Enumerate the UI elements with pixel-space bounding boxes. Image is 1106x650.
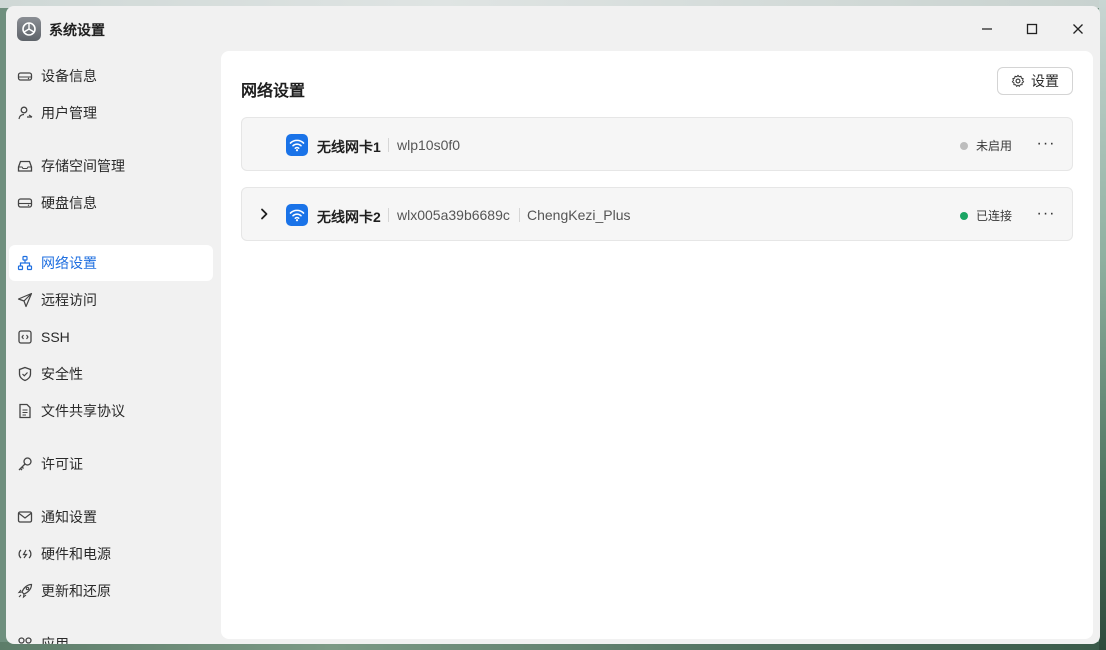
wifi-icon bbox=[286, 204, 308, 226]
interface-name: wlp10s0f0 bbox=[397, 137, 461, 153]
key-icon bbox=[17, 456, 33, 472]
page-title: 网络设置 bbox=[241, 83, 306, 100]
settings-window: 系统设置 设备信息 用户管理 存储空间管理 硬盘信息 网络设置 远程访问 SSH… bbox=[6, 6, 1100, 644]
status-dot bbox=[960, 211, 968, 220]
sidebar-item-users[interactable]: 用户管理 bbox=[9, 95, 213, 131]
status-dot bbox=[960, 141, 968, 150]
sidebar-item-label: 远程访问 bbox=[41, 292, 97, 308]
disk-icon bbox=[17, 195, 33, 211]
more-options-button[interactable]: ··· bbox=[1034, 132, 1058, 156]
sidebar-item-network[interactable]: 网络设置 bbox=[9, 245, 213, 281]
gear-icon bbox=[1011, 74, 1025, 87]
app-icon bbox=[17, 17, 41, 41]
power-icon bbox=[17, 546, 33, 562]
sidebar-item-notifications[interactable]: 通知设置 bbox=[9, 499, 213, 535]
interface-name: wlx005a39b6689c bbox=[397, 207, 510, 223]
settings-button[interactable]: 设置 bbox=[997, 67, 1073, 95]
network-card-wlan1[interactable]: 无线网卡1 wlp10s0f0 未启用 ··· bbox=[241, 117, 1073, 171]
status-text: 已连接 bbox=[976, 209, 1013, 223]
device-icon bbox=[17, 68, 33, 84]
desktop-wallpaper-right bbox=[1099, 0, 1106, 650]
sidebar-item-label: 更新和还原 bbox=[41, 583, 111, 599]
status-text: 未启用 bbox=[976, 139, 1013, 153]
window-title: 系统设置 bbox=[49, 22, 105, 38]
sidebar-item-ssh[interactable]: SSH bbox=[9, 319, 213, 355]
sidebar-item-license[interactable]: 许可证 bbox=[9, 446, 213, 482]
more-options-button[interactable]: ··· bbox=[1034, 202, 1058, 226]
sidebar-item-update-restore[interactable]: 更新和还原 bbox=[9, 573, 213, 609]
main-panel: 网络设置 设置 无线网卡1 wlp10s0f0 未启用 ··· 无线网卡2 wl… bbox=[221, 51, 1093, 639]
adapter-name: 无线网卡1 bbox=[317, 139, 381, 155]
sidebar-item-storage[interactable]: 存储空间管理 bbox=[9, 148, 213, 184]
divider bbox=[388, 138, 389, 152]
close-button[interactable] bbox=[1065, 16, 1091, 42]
status-badge: 已连接 bbox=[960, 207, 1012, 224]
sidebar-item-label: 设备信息 bbox=[41, 68, 97, 84]
close-icon bbox=[1073, 24, 1083, 34]
status-badge: 未启用 bbox=[960, 137, 1012, 154]
sidebar-item-label: 通知设置 bbox=[41, 509, 97, 525]
sidebar-item-label: SSH bbox=[41, 329, 70, 345]
sidebar-item-label: 网络设置 bbox=[41, 255, 97, 271]
minimize-icon bbox=[982, 28, 992, 30]
sidebar-item-file-sharing[interactable]: 文件共享协议 bbox=[9, 393, 213, 429]
network-card-wlan2[interactable]: 无线网卡2 wlx005a39b6689c ChengKezi_Plus 已连接… bbox=[241, 187, 1073, 241]
sidebar-item-disk[interactable]: 硬盘信息 bbox=[9, 185, 213, 221]
document-icon bbox=[17, 403, 33, 419]
sidebar-item-label: 应用 bbox=[41, 636, 69, 644]
divider bbox=[388, 208, 389, 222]
sidebar-item-label: 用户管理 bbox=[41, 105, 97, 121]
title-bar: 系统设置 bbox=[6, 6, 1100, 50]
apps-icon bbox=[17, 636, 33, 644]
wifi-icon bbox=[286, 134, 308, 156]
maximize-icon bbox=[1026, 23, 1038, 35]
storage-icon bbox=[17, 158, 33, 174]
send-icon bbox=[17, 292, 33, 308]
network-icon bbox=[17, 255, 33, 271]
mail-icon bbox=[17, 509, 33, 525]
terminal-icon bbox=[17, 329, 33, 345]
adapter-name: 无线网卡2 bbox=[317, 209, 381, 225]
minimize-button[interactable] bbox=[974, 16, 1000, 42]
sidebar-item-remote-access[interactable]: 远程访问 bbox=[9, 282, 213, 318]
sidebar-item-label: 存储空间管理 bbox=[41, 158, 125, 174]
maximize-button[interactable] bbox=[1019, 16, 1045, 42]
sidebar-item-device-info[interactable]: 设备信息 bbox=[9, 58, 213, 94]
sidebar-item-apps[interactable]: 应用 bbox=[9, 626, 213, 644]
sidebar-item-label: 硬件和电源 bbox=[41, 546, 111, 562]
divider bbox=[519, 208, 520, 222]
sidebar-item-label: 许可证 bbox=[41, 456, 83, 472]
shield-icon bbox=[17, 366, 33, 382]
sidebar-item-label: 文件共享协议 bbox=[41, 403, 125, 419]
ssid-name: ChengKezi_Plus bbox=[527, 207, 631, 223]
user-icon bbox=[17, 105, 33, 121]
chevron-right-icon[interactable] bbox=[256, 206, 272, 222]
sidebar-item-hardware-power[interactable]: 硬件和电源 bbox=[9, 536, 213, 572]
sidebar-item-label: 硬盘信息 bbox=[41, 195, 97, 211]
sidebar-item-label: 安全性 bbox=[41, 366, 83, 382]
sidebar: 设备信息 用户管理 存储空间管理 硬盘信息 网络设置 远程访问 SSH 安全性 bbox=[6, 58, 220, 644]
rocket-icon bbox=[17, 583, 33, 599]
sidebar-item-security[interactable]: 安全性 bbox=[9, 356, 213, 392]
settings-button-label: 设置 bbox=[1031, 73, 1059, 89]
